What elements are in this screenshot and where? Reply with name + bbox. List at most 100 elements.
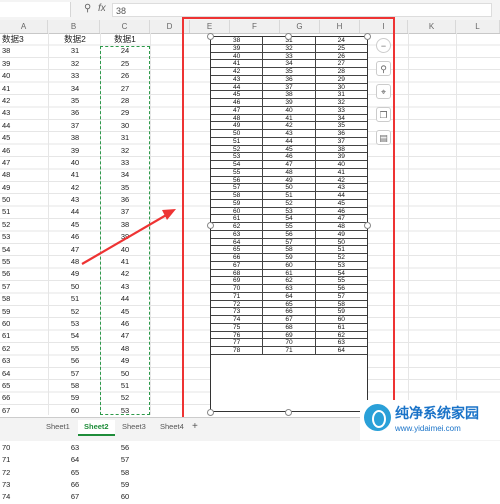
table-cell[interactable]: 45 <box>50 219 100 231</box>
resize-handle[interactable] <box>285 33 292 40</box>
column-header[interactable]: A <box>0 20 48 33</box>
table-cell[interactable]: 74 <box>0 491 50 503</box>
table-cell[interactable]: 58 <box>50 380 100 392</box>
fx-icon[interactable]: fx <box>98 3 106 14</box>
resize-handle[interactable] <box>364 33 371 40</box>
table-cell[interactable]: 63 <box>50 442 100 454</box>
table-cell[interactable]: 56 <box>100 442 150 454</box>
table-cell[interactable]: 67 <box>0 405 50 417</box>
table-cell[interactable]: 58 <box>0 293 50 305</box>
table-cell[interactable]: 44 <box>50 206 100 218</box>
table-cell[interactable]: 55 <box>50 343 100 355</box>
table-cell[interactable]: 43 <box>50 194 100 206</box>
table-cell[interactable]: 62 <box>0 343 50 355</box>
resize-handle[interactable] <box>285 409 292 416</box>
table-cell[interactable]: 46 <box>0 145 50 157</box>
table-cell[interactable]: 57 <box>100 454 150 466</box>
table-cell[interactable]: 66 <box>0 392 50 404</box>
table-cell[interactable]: 38 <box>0 45 50 57</box>
table-cell[interactable]: 46 <box>50 231 100 243</box>
header-cell[interactable]: 数据2 <box>50 33 100 45</box>
table-cell[interactable]: 34 <box>50 83 100 95</box>
table-cell[interactable]: 59 <box>0 306 50 318</box>
table-cell[interactable]: 60 <box>50 405 100 417</box>
sheet-tab[interactable]: Sheet4 <box>154 420 190 434</box>
table-cell[interactable]: 73 <box>0 479 50 491</box>
table-cell[interactable]: 41 <box>0 83 50 95</box>
header-cell[interactable]: 数据1 <box>100 33 150 45</box>
table-cell[interactable]: 61 <box>0 330 50 342</box>
table-cell[interactable]: 44 <box>0 120 50 132</box>
table-cell[interactable]: 40 <box>0 70 50 82</box>
table-cell[interactable]: 49 <box>50 268 100 280</box>
table-cell[interactable]: 52 <box>0 219 50 231</box>
table-cell[interactable]: 66 <box>50 479 100 491</box>
table-cell[interactable]: 47 <box>0 157 50 169</box>
table-cell[interactable]: 51 <box>50 293 100 305</box>
column-header[interactable]: L <box>456 20 500 33</box>
zoom-icon[interactable]: ⚲ <box>376 61 391 76</box>
table-cell[interactable]: 31 <box>50 45 100 57</box>
table-cell[interactable]: 54 <box>0 244 50 256</box>
resize-handle[interactable] <box>207 222 214 229</box>
sheet-tab[interactable]: Sheet3 <box>116 420 152 434</box>
table-cell[interactable]: 56 <box>0 268 50 280</box>
table-cell[interactable]: 52 <box>50 306 100 318</box>
magnifier-icon[interactable]: ⚲ <box>84 3 91 14</box>
table-cell[interactable]: 50 <box>50 281 100 293</box>
table-cell[interactable]: 55 <box>0 256 50 268</box>
sheet-tab[interactable]: Sheet1 <box>40 420 76 434</box>
table-cell[interactable]: 63 <box>0 355 50 367</box>
table-cell[interactable]: 57 <box>0 281 50 293</box>
collapse-icon[interactable]: − <box>376 38 391 53</box>
table-cell[interactable]: 40 <box>50 157 100 169</box>
table-cell[interactable]: 39 <box>50 145 100 157</box>
table-cell[interactable]: 64 <box>50 454 100 466</box>
table-cell[interactable]: 58 <box>100 467 150 479</box>
table-cell[interactable]: 45 <box>0 132 50 144</box>
table-cell[interactable]: 57 <box>50 368 100 380</box>
table-cell[interactable]: 67 <box>50 491 100 503</box>
name-box[interactable] <box>0 2 71 17</box>
resize-handle[interactable] <box>207 33 214 40</box>
table-cell[interactable]: 59 <box>100 479 150 491</box>
table-cell[interactable]: 49 <box>0 182 50 194</box>
table-cell[interactable]: 35 <box>50 95 100 107</box>
table-cell[interactable]: 59 <box>50 392 100 404</box>
table-cell[interactable]: 36 <box>50 107 100 119</box>
table-cell[interactable]: 53 <box>0 231 50 243</box>
table-cell[interactable]: 39 <box>0 58 50 70</box>
sheet-tab-active[interactable]: Sheet2 <box>78 420 115 436</box>
table-cell[interactable]: 50 <box>0 194 50 206</box>
table-cell[interactable]: 42 <box>50 182 100 194</box>
add-sheet-button[interactable]: + <box>186 420 204 434</box>
table-cell[interactable]: 37 <box>50 120 100 132</box>
table-cell[interactable]: 53 <box>50 318 100 330</box>
copy-image-icon[interactable]: ❐ <box>376 107 391 122</box>
formula-input[interactable]: 38 <box>112 3 492 17</box>
header-cell[interactable]: 数据3 <box>0 33 50 45</box>
table-cell[interactable]: 64 <box>0 368 50 380</box>
table-cell[interactable]: 60 <box>0 318 50 330</box>
resize-handle[interactable] <box>207 409 214 416</box>
table-cell[interactable]: 65 <box>50 467 100 479</box>
table-cell[interactable]: 65 <box>0 380 50 392</box>
column-header[interactable]: C <box>100 20 150 33</box>
table-cell[interactable]: 48 <box>0 169 50 181</box>
column-header[interactable]: B <box>48 20 100 33</box>
table-cell[interactable]: 54 <box>50 330 100 342</box>
table-cell[interactable]: 51 <box>0 206 50 218</box>
table-cell[interactable]: 60 <box>100 491 150 503</box>
table-cell[interactable]: 38 <box>50 132 100 144</box>
table-cell[interactable]: 33 <box>50 70 100 82</box>
table-cell[interactable]: 32 <box>50 58 100 70</box>
table-cell[interactable]: 71 <box>0 454 50 466</box>
table-cell[interactable]: 47 <box>50 244 100 256</box>
table-cell[interactable]: 72 <box>0 467 50 479</box>
table-cell[interactable]: 70 <box>0 442 50 454</box>
crop-icon[interactable]: ⌖ <box>376 84 391 99</box>
table-cell[interactable]: 42 <box>0 95 50 107</box>
picture-settings-icon[interactable]: ▤ <box>376 130 391 145</box>
column-header[interactable]: K <box>408 20 456 33</box>
resize-handle[interactable] <box>364 222 371 229</box>
